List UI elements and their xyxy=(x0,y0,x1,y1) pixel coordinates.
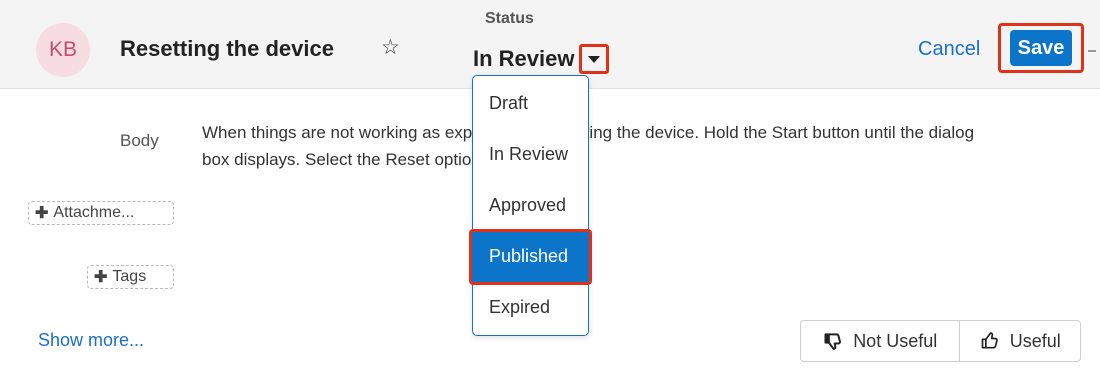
feedback-buttons: Not Useful Useful xyxy=(800,320,1081,362)
thumbs-up-icon xyxy=(981,332,998,349)
not-useful-button[interactable]: Not Useful xyxy=(801,321,961,361)
status-option-published[interactable]: Published xyxy=(473,231,588,282)
status-label: Status xyxy=(485,10,534,27)
status-option-in-review[interactable]: In Review xyxy=(473,129,588,180)
body-field-value: When things are not working as expected,… xyxy=(202,123,975,169)
status-option-draft[interactable]: Draft xyxy=(473,78,588,129)
status-option-approved[interactable]: Approved xyxy=(473,180,588,231)
cancel-button[interactable]: Cancel xyxy=(918,38,980,61)
page-title: Resetting the device xyxy=(120,36,334,61)
tags-label: Tags xyxy=(112,268,147,285)
useful-button[interactable]: Useful xyxy=(960,321,1080,361)
show-more-link[interactable]: Show more... xyxy=(38,330,144,351)
overflow-edge-mark xyxy=(1088,46,1096,52)
plus-icon: ✚ xyxy=(35,205,49,222)
status-dropdown-toggle[interactable] xyxy=(579,44,609,74)
thumbs-down-icon xyxy=(824,333,842,350)
clipped-top-text xyxy=(760,0,1090,8)
useful-label: Useful xyxy=(1009,330,1061,351)
status-value[interactable]: In Review xyxy=(473,46,574,72)
star-outline-icon[interactable]: ☆ xyxy=(381,36,400,60)
save-button-highlight: Save xyxy=(998,23,1084,73)
not-useful-label: Not Useful xyxy=(853,330,938,351)
caret-down-icon xyxy=(588,55,600,63)
body-field-label: Body xyxy=(120,131,159,150)
attachment-label: Attachme... xyxy=(53,204,135,221)
save-button[interactable]: Save xyxy=(1010,30,1072,66)
plus-icon: ✚ xyxy=(94,269,108,286)
add-tags-button[interactable]: ✚ Tags xyxy=(87,265,174,289)
status-option-expired[interactable]: Expired xyxy=(473,282,588,333)
add-attachment-button[interactable]: ✚ Attachme... xyxy=(28,201,174,225)
avatar: KB xyxy=(36,23,90,77)
status-dropdown-menu: Draft In Review Approved Published Expir… xyxy=(472,75,589,336)
